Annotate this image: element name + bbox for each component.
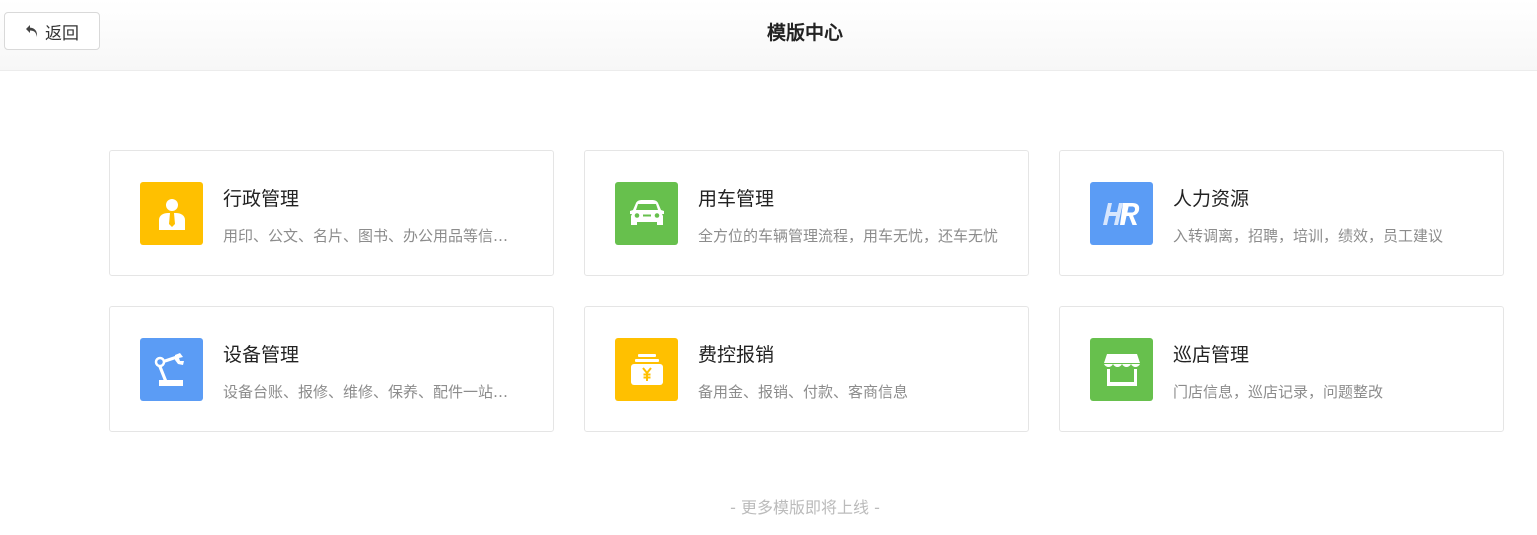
- template-title: 费控报销: [698, 344, 775, 366]
- money-box-icon: [615, 338, 678, 401]
- store-icon: [1090, 338, 1153, 401]
- template-description: 用印、公文、名片、图书、办公用品等信息管理: [223, 227, 523, 245]
- template-card-hr[interactable]: 人力资源 入转调离，招聘，培训，绩效，员工建议: [1059, 150, 1504, 276]
- back-arrow-icon: [25, 24, 39, 38]
- more-templates-note: - 更多模版即将上线 -: [730, 498, 880, 517]
- robot-arm-icon: [140, 338, 203, 401]
- hr-icon: [1090, 182, 1153, 245]
- template-title: 设备管理: [223, 344, 300, 366]
- back-button-label: 返回: [45, 23, 79, 44]
- template-card-vehicle[interactable]: 用车管理 全方位的车辆管理流程，用车无忧，还车无忧: [584, 150, 1029, 276]
- template-description: 入转调离，招聘，培训，绩效，员工建议: [1173, 227, 1444, 245]
- template-title: 行政管理: [223, 188, 300, 210]
- template-description: 设备台账、报修、维修、保养、配件一站式管理: [223, 383, 523, 401]
- template-description: 全方位的车辆管理流程，用车无忧，还车无忧: [698, 227, 998, 245]
- admin-person-icon: [140, 182, 203, 245]
- template-card-expense[interactable]: 费控报销 备用金、报销、付款、客商信息: [584, 306, 1029, 432]
- template-card-equipment[interactable]: 设备管理 设备台账、报修、维修、保养、配件一站式管理: [109, 306, 554, 432]
- template-title: 用车管理: [698, 188, 775, 210]
- template-title: 巡店管理: [1173, 344, 1250, 366]
- back-button[interactable]: 返回: [4, 12, 100, 50]
- template-description: 备用金、报销、付款、客商信息: [698, 383, 909, 401]
- template-title: 人力资源: [1173, 188, 1250, 210]
- template-card-store[interactable]: 巡店管理 门店信息，巡店记录，问题整改: [1059, 306, 1504, 432]
- template-card-admin[interactable]: 行政管理 用印、公文、名片、图书、办公用品等信息管理: [109, 150, 554, 276]
- template-description: 门店信息，巡店记录，问题整改: [1173, 383, 1384, 401]
- car-icon: [615, 182, 678, 245]
- top-bar: 返回: [0, 0, 1537, 71]
